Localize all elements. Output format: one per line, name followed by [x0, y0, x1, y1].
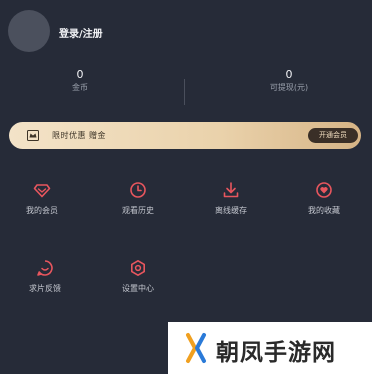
- diamond-icon: [33, 184, 51, 198]
- download-icon: [223, 182, 239, 198]
- stat-divider: [184, 79, 185, 105]
- watermark: 朝凤手游网: [168, 322, 372, 374]
- menu-item-settings[interactable]: 设置中心: [98, 259, 178, 294]
- menu-item-label: 我的收藏: [308, 206, 340, 215]
- withdrawable-label: 可提现(元): [269, 83, 309, 92]
- menu-item-feedback[interactable]: 求片反馈: [5, 259, 85, 294]
- coins-stat[interactable]: 0 金币: [20, 68, 140, 94]
- clock-icon: [130, 182, 146, 198]
- feedback-icon: [37, 260, 53, 276]
- avatar[interactable]: [8, 10, 50, 52]
- menu-item-offline-cache[interactable]: 离线缓存: [191, 181, 271, 216]
- vip-promo-banner[interactable]: 限时优惠 赠金 开通会员: [9, 122, 361, 149]
- menu-item-label: 观看历史: [122, 206, 154, 215]
- menu-item-history[interactable]: 观看历史: [98, 181, 178, 216]
- withdrawable-value: 0: [285, 68, 293, 81]
- heart-icon: [316, 182, 332, 198]
- menu-item-label: 设置中心: [122, 284, 154, 293]
- menu-item-label: 求片反馈: [29, 284, 61, 293]
- coins-label: 金币: [72, 83, 88, 92]
- watermark-text: 朝凤手游网: [216, 340, 336, 366]
- withdrawable-stat[interactable]: 0 可提现(元): [229, 68, 349, 94]
- crown-icon: [27, 130, 39, 141]
- open-vip-button[interactable]: 开通会员: [308, 128, 358, 143]
- promo-text: 限时优惠 赠金: [52, 131, 107, 140]
- settings-icon: [131, 260, 145, 276]
- login-register-link[interactable]: 登录/注册: [59, 25, 103, 40]
- coins-value: 0: [76, 68, 84, 81]
- watermark-logo-icon: [186, 333, 206, 363]
- menu-item-favorites[interactable]: 我的收藏: [284, 181, 364, 216]
- menu-item-label: 我的会员: [26, 206, 58, 215]
- menu-item-label: 离线缓存: [215, 206, 247, 215]
- menu-item-membership[interactable]: 我的会员: [2, 181, 82, 216]
